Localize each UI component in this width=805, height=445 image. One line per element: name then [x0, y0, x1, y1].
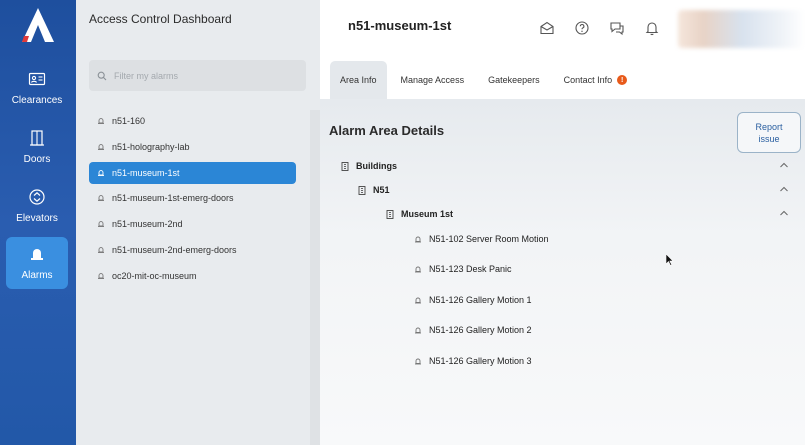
page-header: n51-museum-1st Area Info Manage Access G… — [320, 0, 805, 99]
tree-node-museum-1st[interactable]: Museum 1st — [386, 207, 453, 221]
elevator-icon — [29, 189, 45, 205]
alarm-label: oc20-mit-oc-museum — [112, 270, 197, 281]
tab-bar: Area Info Manage Access Gatekeepers Cont… — [330, 61, 641, 99]
tree-leaf-alarm[interactable]: N51-126 Gallery Motion 2 — [414, 323, 532, 337]
alarm-label: n51-museum-1st-emerg-doors — [112, 193, 234, 204]
alarm-list-item[interactable]: n51-museum-1st-emerg-doors — [89, 187, 296, 209]
tab-contact-info[interactable]: Contact Info ! — [554, 61, 638, 99]
tree-label: N51-126 Gallery Motion 3 — [429, 356, 532, 366]
nav-label-doors: Doors — [23, 154, 51, 165]
nav-label-elevators: Elevators — [16, 213, 58, 224]
tree-label: N51-102 Server Room Motion — [429, 234, 549, 244]
alarm-sidebar: Access Control Dashboard n51-160 n51-hol… — [76, 0, 320, 445]
nav-item-doors[interactable]: Doors — [6, 121, 68, 173]
id-card-icon — [28, 72, 46, 86]
tree-label: Museum 1st — [401, 209, 454, 219]
alarm-icon — [415, 327, 421, 333]
tree-leaf-alarm[interactable]: N51-126 Gallery Motion 3 — [414, 354, 532, 368]
building-icon — [358, 185, 366, 195]
alarm-list-item[interactable]: oc20-mit-oc-museum — [89, 265, 296, 287]
alarm-icon — [31, 249, 43, 260]
mail-icon[interactable] — [539, 20, 555, 36]
tree-label: Buildings — [356, 161, 397, 171]
search-box[interactable] — [89, 60, 306, 91]
alarm-icon — [98, 169, 104, 176]
alarm-list: n51-160 n51-holography-lab n51-museum-1s… — [89, 110, 296, 291]
tree-leaf-alarm[interactable]: N51-102 Server Room Motion — [414, 232, 549, 246]
alarm-icon — [415, 236, 421, 242]
section-title: Alarm Area Details — [329, 123, 445, 138]
nav-item-alarms[interactable]: Alarms — [6, 237, 68, 289]
alarm-list-item-selected[interactable]: n51-museum-1st — [89, 161, 296, 184]
tree-node-buildings[interactable]: Buildings — [341, 159, 397, 173]
building-icon — [386, 209, 394, 219]
alarm-icon — [98, 247, 104, 253]
nav-label-alarms: Alarms — [21, 270, 53, 281]
alarm-label: n51-museum-2nd-emerg-doors — [112, 244, 237, 255]
page-title: n51-museum-1st — [348, 18, 452, 33]
tab-label: Gatekeepers — [488, 75, 540, 85]
tab-manage-access[interactable]: Manage Access — [391, 61, 475, 99]
tab-area-info[interactable]: Area Info — [330, 61, 387, 99]
search-icon — [97, 71, 107, 80]
tab-label: Manage Access — [400, 75, 465, 85]
nav-item-clearances[interactable]: Clearances — [6, 62, 68, 114]
alarm-icon — [415, 358, 421, 364]
bell-icon[interactable] — [644, 20, 660, 36]
building-icon — [341, 161, 349, 171]
sidebar-scrollbar[interactable] — [310, 110, 320, 445]
chevron-up-icon[interactable] — [779, 186, 789, 192]
tab-label: Contact Info — [563, 75, 613, 85]
alarm-icon — [98, 118, 104, 124]
door-icon — [30, 130, 44, 146]
nav-label-clearances: Clearances — [11, 95, 63, 106]
alarm-label: n51-160 — [112, 116, 146, 126]
chevron-up-icon[interactable] — [779, 162, 789, 168]
alarm-icon — [415, 297, 421, 303]
alarm-icon — [98, 195, 104, 202]
alarm-list-item[interactable]: n51-160 — [89, 110, 296, 132]
app-logo — [22, 8, 54, 42]
sidebar-title: Access Control Dashboard — [89, 12, 232, 26]
tree-label: N51-126 Gallery Motion 2 — [429, 325, 532, 335]
tab-label: Area Info — [340, 75, 377, 85]
search-input[interactable] — [114, 70, 294, 81]
user-avatar[interactable] — [678, 10, 805, 48]
alarm-list-item[interactable]: n51-holography-lab — [89, 136, 296, 158]
tab-gatekeepers[interactable]: Gatekeepers — [478, 61, 550, 99]
tree-leaf-alarm[interactable]: N51-123 Desk Panic — [414, 262, 512, 276]
tree-leaf-alarm[interactable]: N51-126 Gallery Motion 1 — [414, 293, 532, 307]
tree-label: N51-126 Gallery Motion 1 — [429, 295, 532, 305]
nav-rail: Clearances Doors Elevators Alarms — [0, 0, 76, 445]
alarm-list-item[interactable]: n51-museum-2nd — [89, 213, 296, 235]
tree-label: N51 — [373, 185, 390, 195]
alarm-label: n51-holography-lab — [112, 141, 190, 152]
tree-node-n51[interactable]: N51 — [358, 183, 390, 197]
alarm-label: n51-museum-2nd — [112, 219, 183, 230]
alarm-label: n51-museum-1st — [112, 167, 180, 178]
warning-badge: ! — [617, 75, 628, 85]
chevron-up-icon[interactable] — [779, 210, 789, 216]
alarm-icon — [415, 266, 421, 272]
tree-label: N51-123 Desk Panic — [429, 264, 512, 274]
alarm-icon — [98, 272, 104, 279]
mouse-cursor-icon — [666, 254, 674, 266]
alarm-icon — [98, 221, 104, 228]
alarm-icon — [98, 143, 104, 150]
help-icon[interactable] — [574, 20, 590, 36]
alarm-list-item[interactable]: n51-museum-2nd-emerg-doors — [89, 239, 296, 261]
alarm-area-details: Alarm Area Details Report issue Building… — [320, 99, 805, 445]
chat-icon[interactable] — [609, 20, 625, 36]
nav-item-elevators[interactable]: Elevators — [6, 180, 68, 232]
report-issue-button[interactable]: Report issue — [737, 112, 801, 153]
